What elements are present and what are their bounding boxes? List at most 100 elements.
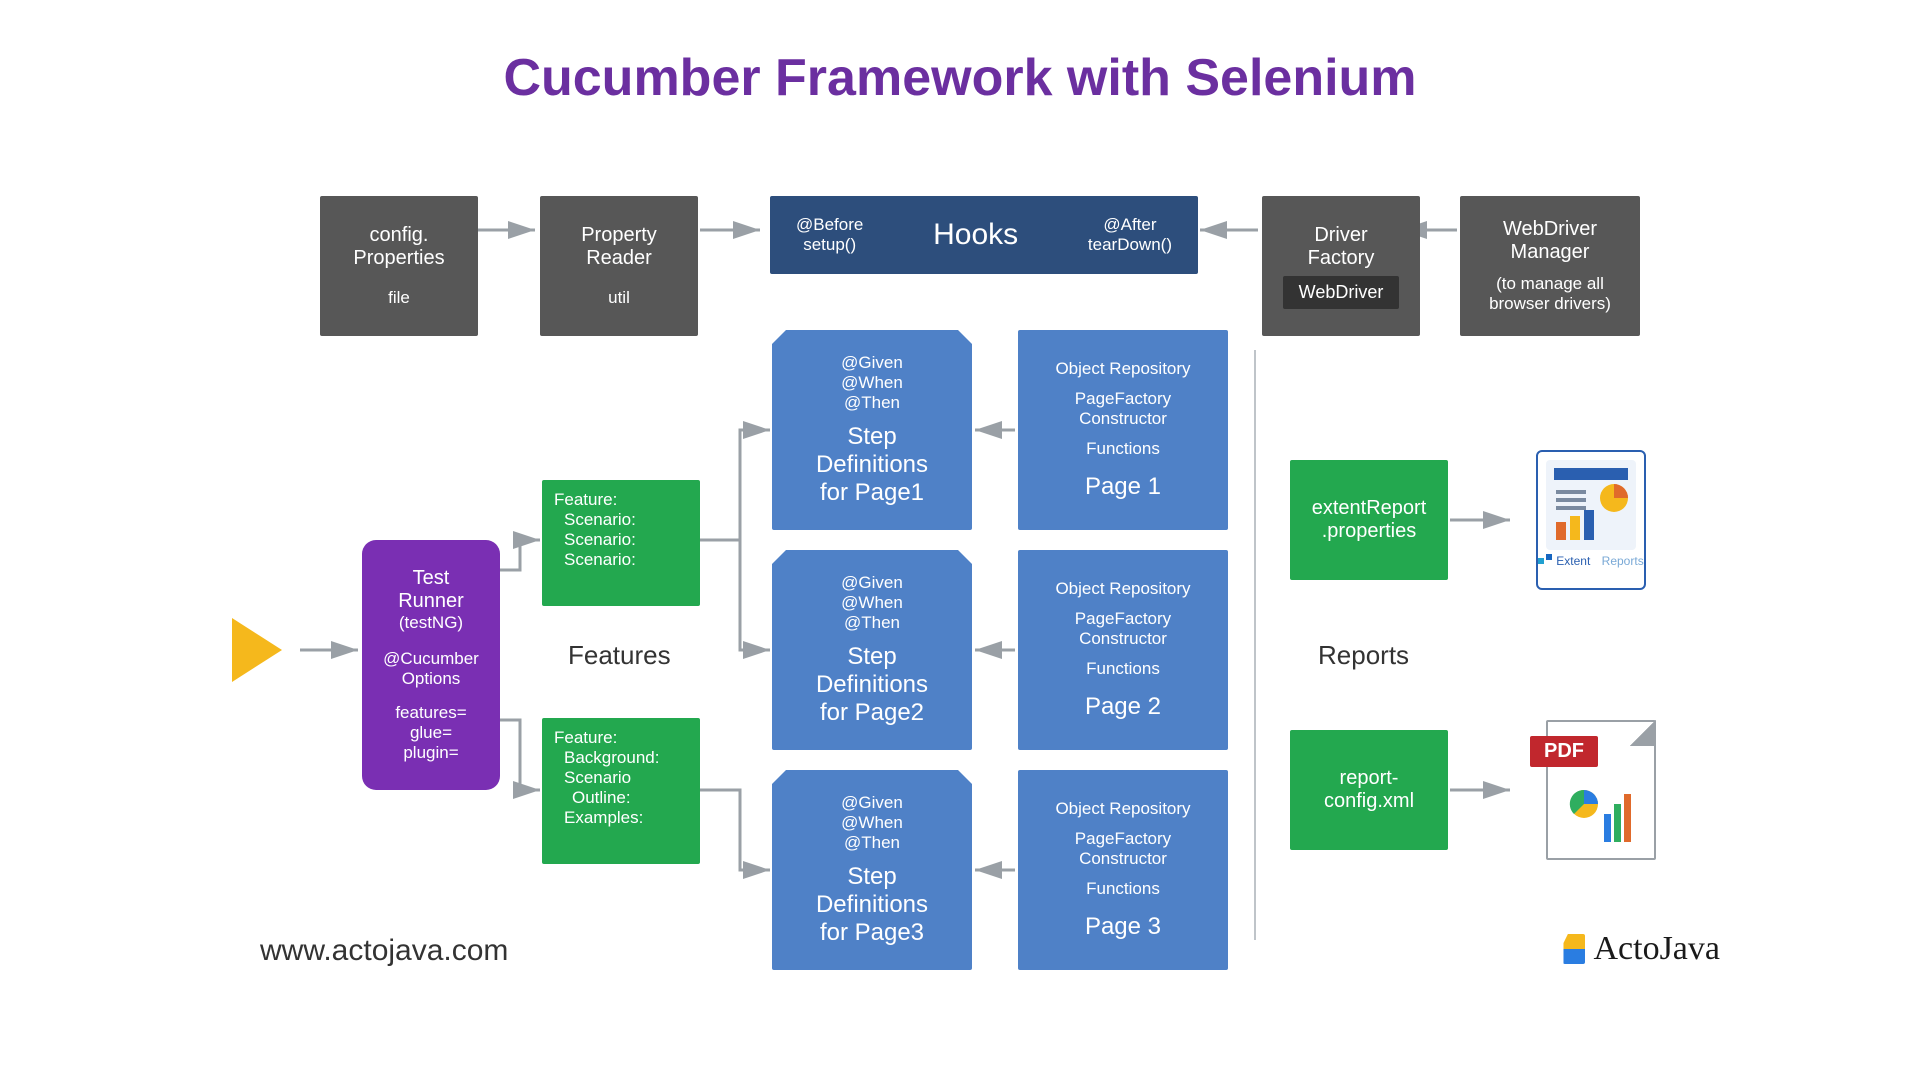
p3-h1: Object Repository <box>1055 799 1190 819</box>
sd3-when: @When <box>841 813 903 833</box>
brand-logo: ActoJava <box>1563 930 1720 968</box>
report-config-xml-box: report- config.xml <box>1290 730 1448 850</box>
footer-url: www.actojava.com <box>260 934 508 968</box>
p2-title: Page 2 <box>1085 693 1161 721</box>
wdm-sub: (to manage all browser drivers) <box>1468 274 1632 315</box>
r1a: extentReport <box>1312 497 1427 520</box>
sd2-b: Definitions <box>816 671 928 699</box>
sd2-c: for Page2 <box>820 699 924 727</box>
page-2-box: Object Repository PageFactory Constructo… <box>1018 550 1228 750</box>
p2-h1: Object Repository <box>1055 579 1190 599</box>
p2-h3: Constructor <box>1079 629 1167 649</box>
hooks-after-fn: tearDown() <box>1088 235 1172 255</box>
p2-h4: Functions <box>1086 659 1160 679</box>
driver-factory-box: Driver Factory WebDriver <box>1262 196 1420 336</box>
f2-d: Outline: <box>572 788 631 808</box>
config-properties-box: config. Properties file <box>320 196 478 336</box>
sd1-c: for Page1 <box>820 479 924 507</box>
page-3-box: Object Repository PageFactory Constructo… <box>1018 770 1228 970</box>
sd2-when: @When <box>841 593 903 613</box>
config-l2: Properties <box>353 247 444 269</box>
extent-caption-2: Reports <box>1602 554 1644 568</box>
p2-h2: PageFactory <box>1075 609 1171 629</box>
hooks-box: @Before setup() Hooks @After tearDown() <box>770 196 1198 274</box>
p3-h4: Functions <box>1086 879 1160 899</box>
sd1-given: @Given <box>841 353 903 373</box>
extent-report-props-box: extentReport .properties <box>1290 460 1448 580</box>
runner-l7: glue= <box>410 723 452 743</box>
reports-label: Reports <box>1318 640 1409 671</box>
runner-l1: Test <box>413 567 450 590</box>
driver-l2: Factory <box>1308 247 1375 270</box>
webdriver-chip: WebDriver <box>1283 276 1400 309</box>
step-def-3-box: @Given @When @Then Step Definitions for … <box>772 770 972 970</box>
sd3-then: @Then <box>844 833 900 853</box>
config-l1: config. <box>370 224 429 246</box>
runner-l6: features= <box>395 703 466 723</box>
sd3-c: for Page3 <box>820 919 924 947</box>
f2-c: Scenario <box>564 768 631 788</box>
sd1-b: Definitions <box>816 451 928 479</box>
features-label: Features <box>568 640 671 671</box>
runner-l4: @Cucumber <box>383 649 479 669</box>
sd3-a: Step <box>847 863 896 891</box>
sd1-a: Step <box>847 423 896 451</box>
hooks-before-anno: @Before <box>796 215 863 235</box>
sd2-then: @Then <box>844 613 900 633</box>
step-def-2-box: @Given @When @Then Step Definitions for … <box>772 550 972 750</box>
pdf-label: PDF <box>1530 736 1598 767</box>
runner-l2: Runner <box>398 590 464 613</box>
p3-title: Page 3 <box>1085 913 1161 941</box>
sd2-given: @Given <box>841 573 903 593</box>
f1-a: Feature: <box>554 490 617 510</box>
feature-box-2: Feature: Background: Scenario Outline: E… <box>542 718 700 864</box>
sd2-a: Step <box>847 643 896 671</box>
r1b: .properties <box>1322 520 1417 543</box>
f1-c: Scenario: <box>564 530 636 550</box>
webdriver-manager-box: WebDriver Manager (to manage all browser… <box>1460 196 1640 336</box>
reader-sub: util <box>608 288 630 307</box>
f2-e: Examples: <box>564 808 643 828</box>
hooks-after-anno: @After <box>1088 215 1172 235</box>
f2-a: Feature: <box>554 728 617 748</box>
test-runner-box: Test Runner (testNG) @Cucumber Options f… <box>362 540 500 790</box>
reader-l1: Property <box>581 224 657 246</box>
play-icon <box>232 618 282 682</box>
hooks-before-fn: setup() <box>796 235 863 255</box>
brand-mark-icon <box>1563 934 1585 964</box>
p1-h1: Object Repository <box>1055 359 1190 379</box>
sd1-then: @Then <box>844 393 900 413</box>
wdm-l2: Manager <box>1511 241 1590 264</box>
f1-b: Scenario: <box>564 510 636 530</box>
p1-h3: Constructor <box>1079 409 1167 429</box>
step-def-1-box: @Given @When @Then Step Definitions for … <box>772 330 972 530</box>
brand-text: ActoJava <box>1593 930 1720 968</box>
f1-d: Scenario: <box>564 550 636 570</box>
page-1-box: Object Repository PageFactory Constructo… <box>1018 330 1228 530</box>
pdf-file-icon: PDF <box>1546 720 1656 860</box>
r2b: config.xml <box>1324 790 1414 813</box>
driver-l1: Driver <box>1314 224 1367 247</box>
extent-report-icon: Extent Reports <box>1536 450 1646 590</box>
config-sub: file <box>388 288 410 307</box>
reader-l2: Reader <box>586 247 652 269</box>
runner-l8: plugin= <box>403 743 458 763</box>
hooks-title: Hooks <box>933 218 1018 252</box>
runner-l5: Options <box>402 669 461 689</box>
sd3-given: @Given <box>841 793 903 813</box>
wdm-l1: WebDriver <box>1503 218 1597 241</box>
p3-h3: Constructor <box>1079 849 1167 869</box>
sd3-b: Definitions <box>816 891 928 919</box>
p1-h2: PageFactory <box>1075 389 1171 409</box>
p1-title: Page 1 <box>1085 473 1161 501</box>
sd1-when: @When <box>841 373 903 393</box>
runner-l3: (testNG) <box>399 613 463 633</box>
r2a: report- <box>1340 767 1399 790</box>
page-title: Cucumber Framework with Selenium <box>0 48 1920 108</box>
extent-caption-1: Extent <box>1556 554 1590 568</box>
feature-box-1: Feature: Scenario: Scenario: Scenario: <box>542 480 700 606</box>
property-reader-box: Property Reader util <box>540 196 698 336</box>
p1-h4: Functions <box>1086 439 1160 459</box>
p3-h2: PageFactory <box>1075 829 1171 849</box>
f2-b: Background: <box>564 748 659 768</box>
